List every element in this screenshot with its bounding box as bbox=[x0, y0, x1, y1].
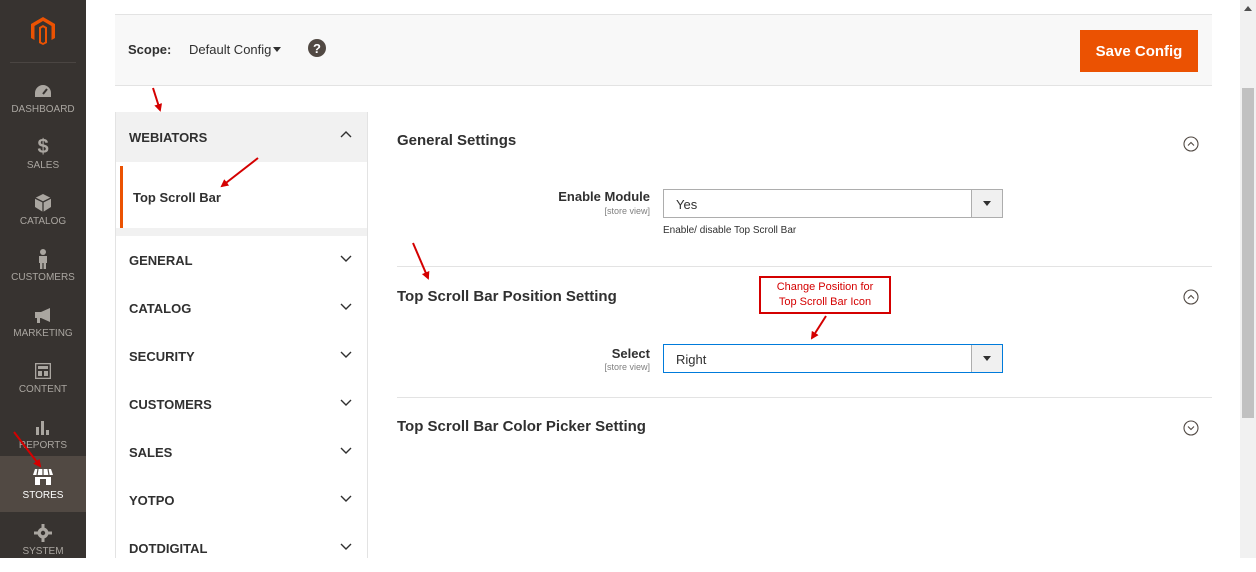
tab-group-general[interactable]: GENERAL bbox=[115, 236, 368, 285]
bar-chart-icon bbox=[33, 417, 53, 437]
collapse-circle-icon[interactable] bbox=[1183, 289, 1199, 305]
nav-marketing-label: MARKETING bbox=[13, 328, 73, 339]
tab-group-label: CATALOG bbox=[129, 300, 192, 316]
save-config-button[interactable]: Save Config bbox=[1080, 30, 1198, 72]
chevron-down-icon bbox=[340, 303, 352, 310]
position-select[interactable]: Right bbox=[663, 344, 1003, 373]
dashboard-icon bbox=[33, 81, 53, 101]
chevron-down-icon bbox=[340, 255, 352, 262]
admin-sidebar: DASHBOARD $ SALES CATALOG CUSTOMERS MARK… bbox=[0, 0, 86, 558]
nav-content-label: CONTENT bbox=[18, 384, 68, 395]
enable-module-scope: [store view] bbox=[604, 206, 650, 216]
tab-group-customers[interactable]: CUSTOMERS bbox=[115, 380, 368, 429]
select-arrow-icon bbox=[971, 345, 1002, 372]
nav-reports[interactable]: REPORTS bbox=[0, 406, 86, 462]
annotation-callout: Change Position for Top Scroll Bar Icon bbox=[759, 276, 891, 314]
section-divider bbox=[397, 266, 1212, 267]
nav-stores[interactable]: STORES bbox=[0, 456, 86, 512]
collapse-circle-icon[interactable] bbox=[1183, 136, 1199, 152]
position-select-label: Select bbox=[611, 346, 650, 361]
tab-group-label: GENERAL bbox=[129, 252, 193, 268]
nav-system-label: SYSTEM bbox=[22, 546, 64, 557]
content-icon bbox=[33, 361, 53, 381]
chevron-down-icon bbox=[340, 543, 352, 550]
scope-switcher[interactable]: Default Config bbox=[189, 42, 271, 57]
tab-group-catalog[interactable]: CATALOG bbox=[115, 284, 368, 333]
nav-customers-label: CUSTOMERS bbox=[11, 272, 75, 283]
chevron-down-icon[interactable] bbox=[273, 47, 281, 52]
nav-sales-label: SALES bbox=[26, 160, 60, 171]
gear-icon bbox=[33, 523, 53, 543]
nav-system[interactable]: SYSTEM bbox=[0, 512, 86, 568]
select-arrow-icon bbox=[971, 190, 1002, 217]
section-general-title[interactable]: General Settings bbox=[397, 132, 516, 149]
position-select-value: Right bbox=[676, 352, 707, 367]
help-icon[interactable]: ? bbox=[308, 39, 326, 57]
enable-module-value: Yes bbox=[676, 197, 698, 212]
tab-item-top-scroll-bar[interactable]: Top Scroll Bar bbox=[120, 166, 371, 228]
nav-catalog-label: CATALOG bbox=[19, 216, 67, 227]
annotation-line-1: Change Position for bbox=[776, 281, 874, 293]
person-icon bbox=[33, 249, 53, 269]
page-scrollbar[interactable] bbox=[1240, 0, 1256, 558]
nav-marketing[interactable]: MARKETING bbox=[0, 294, 86, 350]
megaphone-icon bbox=[33, 305, 53, 325]
annotation-line-2: Top Scroll Bar Icon bbox=[778, 296, 872, 308]
dollar-icon: $ bbox=[37, 136, 49, 158]
tab-group-yotpo[interactable]: YOTPO bbox=[115, 476, 368, 525]
nav-content[interactable]: CONTENT bbox=[0, 350, 86, 406]
enable-module-label: Enable Module bbox=[558, 189, 650, 204]
chevron-up-icon bbox=[340, 131, 352, 138]
position-select-scope: [store view] bbox=[604, 362, 650, 372]
nav-reports-label: REPORTS bbox=[18, 440, 68, 451]
chevron-down-icon bbox=[340, 351, 352, 358]
nav-divider bbox=[10, 62, 76, 63]
scrollbar-thumb[interactable] bbox=[1242, 88, 1254, 418]
tab-group-label: DOTDIGITAL bbox=[129, 540, 208, 556]
expand-circle-icon[interactable] bbox=[1183, 420, 1199, 436]
tab-group-label: SECURITY bbox=[129, 348, 195, 364]
section-color-title[interactable]: Top Scroll Bar Color Picker Setting bbox=[397, 418, 646, 435]
tab-group-label: WEBIATORS bbox=[129, 129, 208, 145]
tab-group-webiators[interactable]: WEBIATORS bbox=[115, 112, 368, 162]
tab-group-label: YOTPO bbox=[129, 492, 175, 508]
scroll-up-arrow-icon[interactable] bbox=[1240, 0, 1256, 16]
tab-group-security[interactable]: SECURITY bbox=[115, 332, 368, 381]
tab-group-label: CUSTOMERS bbox=[129, 396, 212, 412]
tab-group-dotdigital[interactable]: DOTDIGITAL bbox=[115, 524, 368, 572]
scope-label: Scope: bbox=[128, 42, 172, 57]
magento-logo[interactable] bbox=[0, 0, 86, 62]
enable-module-select[interactable]: Yes bbox=[663, 189, 1003, 218]
nav-catalog[interactable]: CATALOG bbox=[0, 182, 86, 238]
section-divider bbox=[397, 397, 1212, 398]
chevron-down-icon bbox=[340, 447, 352, 454]
nav-dashboard[interactable]: DASHBOARD bbox=[0, 70, 86, 126]
tab-group-sales[interactable]: SALES bbox=[115, 428, 368, 477]
section-position-title[interactable]: Top Scroll Bar Position Setting bbox=[397, 288, 617, 305]
enable-module-note: Enable/ disable Top Scroll Bar bbox=[663, 225, 797, 236]
scope-bar: Scope: Default Config ? Save Config bbox=[115, 14, 1212, 86]
chevron-down-icon bbox=[340, 399, 352, 406]
tab-item-label: Top Scroll Bar bbox=[133, 189, 221, 205]
nav-sales[interactable]: $ SALES bbox=[0, 126, 86, 182]
nav-dashboard-label: DASHBOARD bbox=[11, 104, 75, 115]
cube-icon bbox=[33, 193, 53, 213]
nav-customers[interactable]: CUSTOMERS bbox=[0, 238, 86, 294]
tab-group-label: SALES bbox=[129, 444, 173, 460]
chevron-down-icon bbox=[340, 495, 352, 502]
nav-stores-label: STORES bbox=[22, 490, 64, 501]
store-icon bbox=[33, 467, 53, 487]
